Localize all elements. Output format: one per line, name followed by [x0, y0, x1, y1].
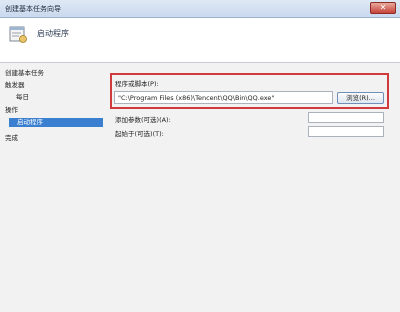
- close-button[interactable]: ✕: [370, 2, 396, 14]
- start-in-label: 起始于(可选)(T):: [115, 130, 164, 138]
- wizard-task-icon: [9, 26, 27, 43]
- window-title: 创建基本任务向导: [5, 5, 61, 13]
- wizard-steps-sidebar: 创建基本任务 触发器 每日 操作 启动程序 完成: [0, 63, 104, 312]
- arguments-label: 添加参数(可选)(A):: [115, 116, 171, 124]
- program-label: 程序或脚本(P):: [115, 80, 159, 88]
- browse-button[interactable]: 浏览(R)...: [337, 92, 384, 104]
- step-start-program[interactable]: 启动程序: [9, 118, 103, 127]
- step-action[interactable]: 操作: [5, 104, 18, 114]
- start-in-field[interactable]: [308, 126, 384, 137]
- wizard-header: 启动程序: [0, 18, 400, 62]
- arguments-field[interactable]: [308, 112, 384, 123]
- title-bar: 创建基本任务向导 ✕: [0, 0, 400, 18]
- step-finish[interactable]: 完成: [5, 132, 18, 142]
- step-daily[interactable]: 每日: [16, 91, 29, 101]
- step-create-basic-task[interactable]: 创建基本任务: [5, 67, 44, 77]
- close-icon: ✕: [379, 3, 387, 12]
- step-trigger[interactable]: 触发器: [5, 79, 25, 89]
- page-title: 启动程序: [37, 29, 69, 38]
- program-path-field[interactable]: [114, 91, 333, 104]
